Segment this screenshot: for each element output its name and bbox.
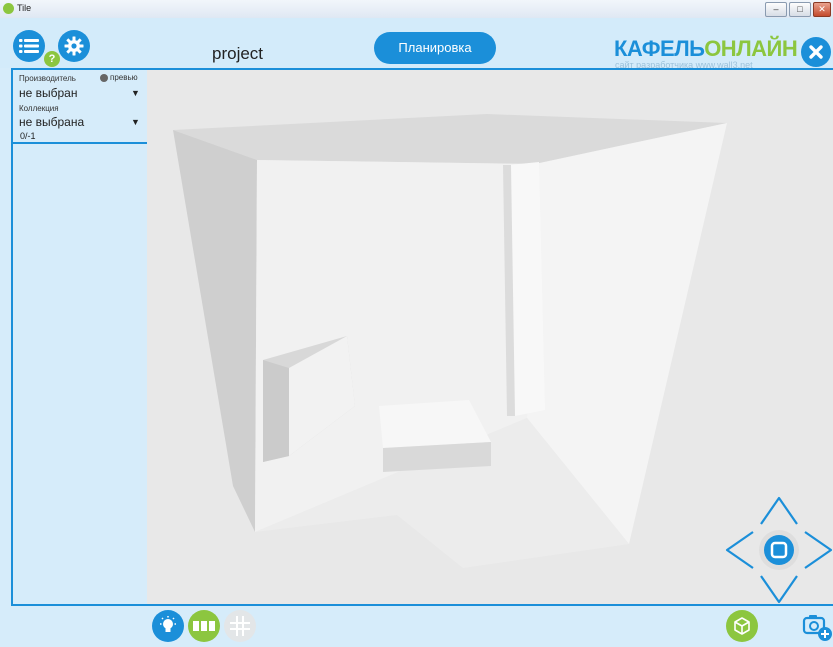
menu-button[interactable] xyxy=(13,30,45,62)
preview-radio[interactable] xyxy=(100,74,108,82)
camera-add-icon xyxy=(802,615,832,641)
tile-count: 0/-1 xyxy=(20,131,36,141)
list-menu-icon xyxy=(19,39,39,53)
collection-label: Коллекция xyxy=(19,104,59,113)
bottom-toolbar xyxy=(0,606,833,644)
cube-icon xyxy=(734,617,750,635)
preview-label: превью xyxy=(110,73,138,82)
collection-select[interactable]: не выбрана ▼ xyxy=(17,114,145,130)
direction-pad-icon xyxy=(725,496,833,604)
brand-logo[interactable]: КАФЕЛЬОНЛАЙН сайт разработчика www.wall3… xyxy=(614,36,798,70)
top-toolbar: ? project Планировка КАФЕЛЬОНЛАЙН сайт р… xyxy=(0,18,833,70)
light-button[interactable] xyxy=(152,610,184,642)
tile-layout-button[interactable] xyxy=(188,610,220,642)
collection-value: не выбрана xyxy=(19,115,85,129)
room-3d-viewport[interactable] xyxy=(147,68,833,606)
maximize-button[interactable]: □ xyxy=(789,2,811,17)
project-name[interactable]: project xyxy=(212,44,263,64)
manufacturer-value: не выбран xyxy=(19,86,78,100)
grid-icon xyxy=(230,616,250,636)
close-app-button[interactable] xyxy=(801,37,831,67)
manufacturer-select[interactable]: не выбран ▼ xyxy=(17,85,145,101)
chevron-down-icon: ▼ xyxy=(131,117,140,127)
minimize-button[interactable]: – xyxy=(765,2,787,17)
lightbulb-icon xyxy=(160,616,176,632)
brand-name-part1: КАФЕЛЬ xyxy=(614,36,705,61)
app-icon xyxy=(3,3,14,14)
manufacturer-label: Производитель xyxy=(19,74,76,83)
catalog-sidebar: Производитель превью не выбран ▼ Коллекц… xyxy=(11,68,147,606)
brand-name-part2: ОНЛАЙН xyxy=(704,36,798,61)
window-title: Tile xyxy=(17,3,32,13)
settings-button[interactable] xyxy=(58,30,90,62)
grid-button[interactable] xyxy=(224,610,256,642)
filters-panel: Производитель превью не выбран ▼ Коллекц… xyxy=(13,70,147,144)
tile-layout-icon xyxy=(193,621,215,631)
window-controls: – □ ✕ xyxy=(765,2,831,17)
gear-icon xyxy=(64,36,84,56)
close-icon xyxy=(809,45,823,59)
window-close-button[interactable]: ✕ xyxy=(813,2,831,17)
navigation-pad[interactable] xyxy=(725,494,833,604)
window-titlebar: Tile – □ ✕ xyxy=(0,0,833,19)
chevron-down-icon: ▼ xyxy=(131,88,140,98)
screenshot-button[interactable] xyxy=(800,612,833,642)
help-button[interactable]: ? xyxy=(44,51,60,67)
3d-view-button[interactable] xyxy=(726,610,758,642)
layout-mode-button[interactable]: Планировка xyxy=(374,32,496,64)
